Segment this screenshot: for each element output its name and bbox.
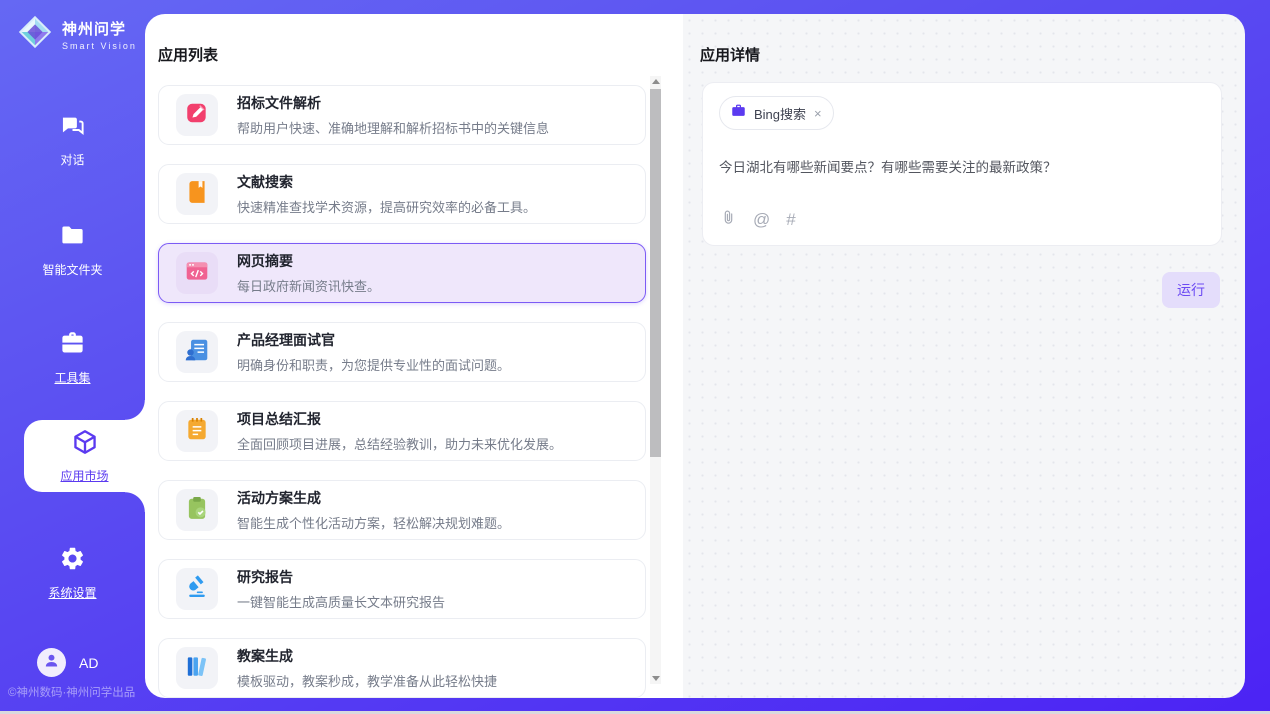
app-logo: 神州问学 Smart Vision (16, 13, 137, 56)
app-card-name: 文献搜索 (237, 172, 536, 192)
close-icon[interactable]: × (814, 107, 822, 120)
sidebar-item-label: 应用市场 (60, 467, 108, 484)
app-card-event-plan[interactable]: 活动方案生成 智能生成个性化活动方案，轻松解决规划难题。 (158, 480, 646, 540)
sidebar-item-settings[interactable]: 系统设置 (0, 545, 145, 601)
at-icon[interactable]: @ (753, 210, 770, 230)
scroll-up-icon[interactable] (650, 76, 661, 87)
tab-curve-top (125, 400, 145, 420)
app-card-lesson-plan[interactable]: 教案生成 模板驱动，教案秒成，教学准备从此轻松快捷 (158, 638, 646, 698)
notepad-icon (184, 416, 210, 447)
app-card-name: 产品经理面试官 (237, 330, 510, 350)
app-card-name: 网页摘要 (237, 251, 380, 271)
app-card-name: 招标文件解析 (237, 93, 549, 113)
sidebar-item-label: 系统设置 (48, 584, 96, 601)
browser-code-icon (184, 258, 210, 289)
icon-box (176, 252, 218, 294)
main-content: 应用列表 招标文件解析 帮助用户快速、准确地理解和解析招标书中的关键信息 (145, 14, 1245, 698)
logo-title: 神州问学 (62, 18, 137, 39)
sidebar: 神州问学 Smart Vision 对话 智能文件夹 工具集 (0, 0, 145, 711)
icon-box (176, 173, 218, 215)
folder-icon (59, 222, 86, 254)
hash-icon[interactable]: # (786, 210, 795, 230)
app-card-description: 全面回顾项目进展，总结经验教训，助力未来优化发展。 (237, 434, 562, 453)
prompt-card[interactable]: Bing搜索 × 今日湖北有哪些新闻要点？有哪些需要关注的最新政策？ @ # (702, 82, 1222, 246)
book-icon (184, 179, 210, 210)
app-card-name: 教案生成 (237, 646, 497, 666)
query-text[interactable]: 今日湖北有哪些新闻要点？有哪些需要关注的最新政策？ (719, 156, 1205, 176)
scrollbar-thumb[interactable] (650, 89, 661, 457)
app-card-name: 活动方案生成 (237, 488, 510, 508)
sidebar-item-toolset[interactable]: 工具集 (0, 330, 145, 386)
run-button[interactable]: 运行 (1162, 272, 1220, 308)
app-card-pm-interviewer[interactable]: 产品经理面试官 明确身份和职责，为您提供专业性的面试问题。 (158, 322, 646, 382)
app-list-scrollbar[interactable] (650, 76, 661, 684)
sidebar-item-smart-folder[interactable]: 智能文件夹 (0, 222, 145, 278)
sidebar-item-label: 工具集 (54, 369, 90, 386)
icon-box (176, 568, 218, 610)
sidebar-item-app-market[interactable]: 应用市场 (24, 420, 145, 492)
icon-box (176, 647, 218, 689)
app-card-description: 每日政府新闻资讯快查。 (237, 276, 380, 295)
app-card-name: 研究报告 (237, 567, 445, 587)
icon-box (176, 410, 218, 452)
app-card-name: 项目总结汇报 (237, 409, 562, 429)
sidebar-item-chat[interactable]: 对话 (0, 112, 145, 168)
briefcase-icon (731, 103, 746, 123)
clipboard-check-icon (184, 495, 210, 526)
icon-box (176, 94, 218, 136)
interviewer-icon (184, 337, 210, 368)
icon-box (176, 489, 218, 531)
app-card-description: 快速精准查找学术资源，提高研究效率的必备工具。 (237, 197, 536, 216)
cube-icon (71, 428, 99, 461)
app-card-bid-parsing[interactable]: 招标文件解析 帮助用户快速、准确地理解和解析招标书中的关键信息 (158, 85, 646, 145)
sidebar-item-label: 智能文件夹 (42, 261, 102, 278)
app-card-description: 模板驱动，教案秒成，教学准备从此轻松快捷 (237, 671, 497, 690)
edit-document-icon (184, 100, 210, 131)
paperclip-icon[interactable] (720, 209, 737, 231)
app-card-literature-search[interactable]: 文献搜索 快速精准查找学术资源，提高研究效率的必备工具。 (158, 164, 646, 224)
app-card-research-report[interactable]: 研究报告 一键智能生成高质量长文本研究报告 (158, 559, 646, 619)
app-card-project-summary[interactable]: 项目总结汇报 全面回顾项目进展，总结经验教训，助力未来优化发展。 (158, 401, 646, 461)
app-list-title: 应用列表 (158, 44, 218, 65)
tool-chip-bing-search[interactable]: Bing搜索 × (719, 96, 834, 130)
scroll-down-icon[interactable] (650, 673, 661, 684)
app-detail-title: 应用详情 (700, 44, 760, 65)
app-list-panel: 应用列表 招标文件解析 帮助用户快速、准确地理解和解析招标书中的关键信息 (145, 14, 683, 698)
avatar (37, 648, 66, 677)
microscope-icon (184, 574, 210, 605)
copyright-text: ©神州数码·神州问学出品 (8, 684, 135, 700)
user-avatar-icon (43, 652, 60, 674)
gear-icon (59, 545, 86, 577)
books-icon (184, 653, 210, 684)
toolbox-icon (59, 330, 86, 362)
composer-toolbar: @ # (720, 209, 796, 231)
sidebar-item-label: 对话 (60, 151, 84, 168)
chat-icon (59, 112, 86, 144)
app-card-description: 明确身份和职责，为您提供专业性的面试问题。 (237, 355, 510, 374)
icon-box (176, 331, 218, 373)
tab-curve-bottom (125, 492, 145, 512)
user-initials: AD (79, 655, 98, 671)
logo-subtitle: Smart Vision (62, 41, 137, 51)
tool-chip-label: Bing搜索 (754, 104, 806, 123)
app-card-description: 一键智能生成高质量长文本研究报告 (237, 592, 445, 611)
app-card-web-summary[interactable]: 网页摘要 每日政府新闻资讯快查。 (158, 243, 646, 303)
app-card-description: 帮助用户快速、准确地理解和解析招标书中的关键信息 (237, 118, 549, 137)
diamond-logo-icon (16, 13, 54, 56)
user-profile[interactable]: AD (37, 648, 98, 677)
app-card-description: 智能生成个性化活动方案，轻松解决规划难题。 (237, 513, 510, 532)
app-detail-panel: 应用详情 Bing搜索 × 今日湖北有哪些新闻要点？有哪些需要关注的最新政策？ (683, 14, 1245, 698)
